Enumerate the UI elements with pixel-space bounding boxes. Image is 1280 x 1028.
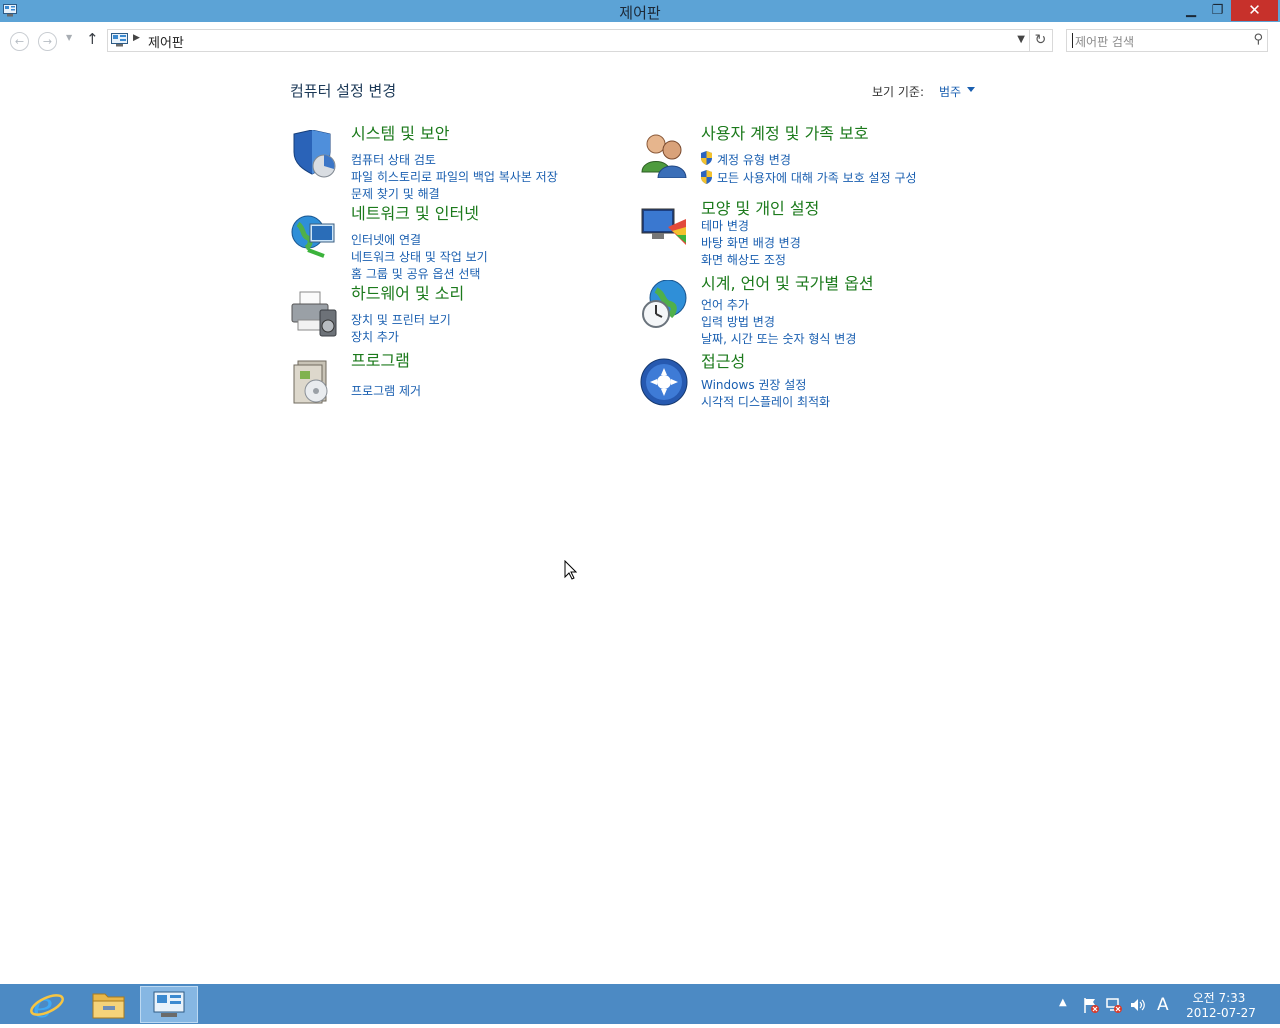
security-shield-icon[interactable] [290, 130, 338, 178]
link-input-method[interactable]: 입력 방법 변경 [701, 313, 775, 330]
close-button[interactable]: ✕ [1231, 0, 1278, 21]
text-caret [1072, 33, 1073, 48]
taskbar-control-panel[interactable] [140, 986, 198, 1023]
link-devices-printers[interactable]: 장치 및 프린터 보기 [351, 311, 451, 328]
category-title[interactable]: 시계, 언어 및 국가별 옵션 [701, 270, 874, 294]
recent-locations-dropdown[interactable]: ▼ [66, 33, 72, 42]
breadcrumb-arrow-icon[interactable]: ▶ [133, 33, 140, 43]
category-title[interactable]: 하드웨어 및 소리 [351, 280, 464, 304]
category-title[interactable]: 네트워크 및 인터넷 [351, 200, 479, 224]
link-connect-internet[interactable]: 인터넷에 연결 [351, 231, 421, 248]
category-title[interactable]: 접근성 [701, 348, 745, 372]
minimize-button[interactable]: ▁ [1178, 0, 1204, 21]
personalization-icon[interactable] [640, 205, 688, 253]
refresh-button[interactable]: ↻ [1029, 29, 1053, 52]
volume-icon[interactable] [1129, 996, 1147, 1014]
link-screen-resolution[interactable]: 화면 해상도 조정 [701, 251, 786, 268]
view-by-dropdown[interactable]: 범주 [939, 83, 961, 100]
view-by-arrow-icon[interactable] [967, 87, 975, 92]
title-bar: 제어판 ▁ ❐ ✕ [0, 0, 1280, 22]
category-title[interactable]: 모양 및 개인 설정 [701, 195, 819, 219]
page-title: 컴퓨터 설정 변경 [290, 82, 397, 100]
link-family-safety[interactable]: 모든 사용자에 대해 가족 보호 설정 구성 [717, 169, 917, 186]
show-hidden-icons-button[interactable]: ▲ [1059, 997, 1067, 1008]
input-language-indicator[interactable]: A [1157, 995, 1169, 1015]
mouse-cursor-icon [564, 560, 577, 580]
internet-explorer-icon: e [30, 986, 64, 1026]
uac-shield-icon [701, 170, 712, 184]
programs-icon[interactable] [290, 357, 338, 405]
search-icon[interactable]: ⚲ [1253, 32, 1263, 47]
view-by-label: 보기 기준: [872, 85, 925, 99]
folder-icon [92, 993, 125, 1019]
uac-shield-icon [701, 151, 712, 165]
link-windows-recommended[interactable]: Windows 권장 설정 [701, 376, 806, 393]
network-globe-icon[interactable] [290, 210, 338, 258]
address-bar[interactable]: ▶ 제어판 ▼ [107, 29, 1030, 52]
category-title[interactable]: 프로그램 [351, 347, 410, 371]
link-file-history[interactable]: 파일 히스토리로 파일의 백업 복사본 저장 [351, 168, 558, 185]
link-change-account-type[interactable]: 계정 유형 변경 [717, 151, 791, 168]
taskbar-file-explorer[interactable] [80, 984, 138, 1024]
link-date-time-format[interactable]: 날짜, 시간 또는 숫자 형식 변경 [701, 330, 856, 347]
back-button[interactable]: ← [10, 32, 29, 51]
link-desktop-background[interactable]: 바탕 화면 배경 변경 [701, 234, 801, 251]
clock-date[interactable]: 2012-07-27 [1186, 1006, 1256, 1020]
link-network-status[interactable]: 네트워크 상태 및 작업 보기 [351, 248, 488, 265]
control-panel-icon [111, 33, 128, 47]
clock-globe-icon[interactable] [640, 280, 688, 328]
link-change-theme[interactable]: 테마 변경 [701, 217, 749, 234]
link-optimize-display[interactable]: 시각적 디스플레이 최적화 [701, 393, 830, 410]
breadcrumb[interactable]: 제어판 [148, 32, 184, 51]
maximize-button[interactable]: ❐ [1204, 0, 1231, 21]
forward-button[interactable]: → [38, 32, 57, 51]
action-center-flag-icon[interactable] [1082, 996, 1100, 1014]
control-panel-icon [153, 991, 185, 1017]
up-button[interactable]: ↑ [86, 30, 99, 48]
search-input[interactable]: 제어판 검색 [1075, 33, 1134, 50]
users-icon[interactable] [640, 130, 688, 178]
link-add-language[interactable]: 언어 추가 [701, 296, 749, 313]
category-title[interactable]: 시스템 및 보안 [351, 120, 450, 144]
ease-of-access-icon[interactable] [640, 358, 688, 406]
link-add-device[interactable]: 장치 추가 [351, 328, 399, 345]
window-title: 제어판 [619, 4, 661, 22]
taskbar-internet-explorer[interactable]: e [17, 984, 75, 1026]
search-box[interactable]: 제어판 검색 ⚲ [1066, 29, 1268, 52]
category-title[interactable]: 사용자 계정 및 가족 보호 [701, 120, 869, 144]
network-disconnected-icon[interactable] [1105, 996, 1123, 1014]
link-uninstall-program[interactable]: 프로그램 제거 [351, 382, 421, 399]
address-dropdown-icon[interactable]: ▼ [1017, 34, 1025, 45]
printer-icon[interactable] [290, 290, 338, 338]
clock-time[interactable]: 오전 7:33 [1186, 989, 1252, 1006]
link-review-status[interactable]: 컴퓨터 상태 검토 [351, 151, 436, 168]
